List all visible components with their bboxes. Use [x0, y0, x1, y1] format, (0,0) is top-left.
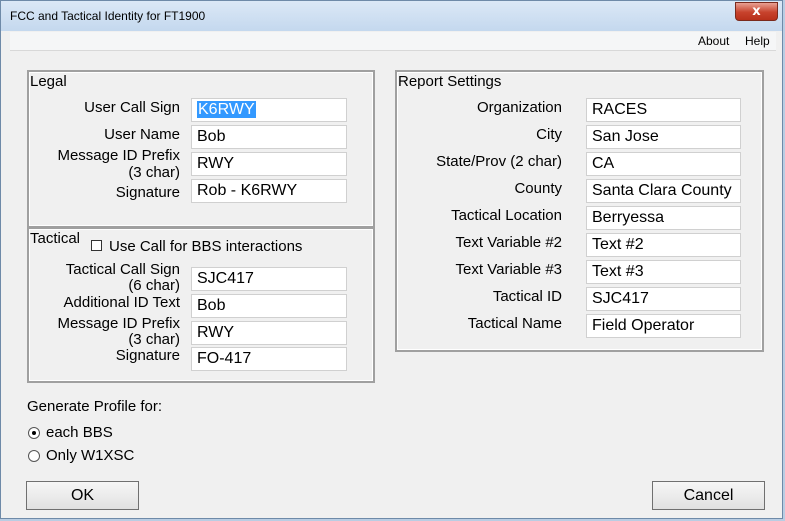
- cancel-button[interactable]: Cancel: [652, 481, 765, 510]
- legal-message-id-prefix-label: Message ID Prefix: [57, 147, 180, 164]
- city-label: City: [536, 126, 562, 143]
- tactical-signature-label: Signature: [115, 347, 180, 364]
- dialog-client-area: Legal User Call Sign K6RWY User Name Bob…: [10, 51, 776, 513]
- menu-help[interactable]: Help: [745, 34, 770, 48]
- legal-group-title: Legal: [30, 73, 67, 90]
- only-w1xsc-label[interactable]: Only W1XSC: [46, 447, 134, 464]
- user-name-field[interactable]: Bob: [191, 125, 347, 149]
- generate-profile-label: Generate Profile for:: [27, 398, 163, 415]
- county-field[interactable]: Santa Clara County: [586, 179, 741, 203]
- window-title: FCC and Tactical Identity for FT1900: [10, 9, 206, 23]
- title-bar[interactable]: FCC and Tactical Identity for FT1900 x: [1, 1, 782, 31]
- tactical-id-label: Tactical ID: [492, 288, 562, 305]
- organization-field[interactable]: RACES: [586, 98, 741, 122]
- each-bbs-radio[interactable]: [28, 427, 40, 439]
- use-call-checkbox[interactable]: [91, 240, 102, 251]
- text-variable-3-label: Text Variable #3: [455, 261, 562, 278]
- user-call-sign-label: User Call Sign: [84, 99, 180, 116]
- tactical-message-id-prefix-field[interactable]: RWY: [191, 321, 347, 345]
- text-variable-2-field[interactable]: Text #2: [586, 233, 741, 257]
- user-name-label: User Name: [104, 126, 180, 143]
- tactical-name-label: Tactical Name: [467, 315, 562, 332]
- text-variable-3-field[interactable]: Text #3: [586, 260, 741, 284]
- legal-signature-field[interactable]: Rob - K6RWY: [191, 179, 347, 203]
- use-call-checkbox-label[interactable]: Use Call for BBS interactions: [109, 238, 302, 255]
- text-variable-2-label: Text Variable #2: [455, 234, 562, 251]
- tactical-location-label: Tactical Location: [451, 207, 562, 224]
- tactical-call-sign-sublabel: (6 char): [128, 277, 180, 294]
- city-field[interactable]: San Jose: [586, 125, 741, 149]
- state-prov-label: State/Prov (2 char): [436, 153, 562, 170]
- legal-signature-label: Signature: [115, 184, 180, 201]
- menu-bar: About Help: [10, 32, 776, 51]
- tactical-message-id-prefix-sublabel: (3 char): [128, 331, 180, 348]
- tactical-group-title: Tactical: [30, 230, 81, 247]
- ok-button[interactable]: OK: [26, 481, 139, 510]
- each-bbs-label[interactable]: each BBS: [46, 424, 113, 441]
- tactical-message-id-prefix-label: Message ID Prefix: [57, 315, 180, 332]
- legal-message-id-prefix-field[interactable]: RWY: [191, 152, 347, 176]
- tactical-call-sign-field[interactable]: SJC417: [191, 267, 347, 291]
- tactical-signature-field[interactable]: FO-417: [191, 347, 347, 371]
- user-call-sign-field[interactable]: K6RWY: [191, 98, 347, 122]
- additional-id-field[interactable]: Bob: [191, 294, 347, 318]
- tactical-call-sign-label: Tactical Call Sign: [65, 261, 180, 278]
- tactical-name-field[interactable]: Field Operator: [586, 314, 741, 338]
- close-icon: x: [752, 4, 761, 19]
- tactical-id-field[interactable]: SJC417: [586, 287, 741, 311]
- report-settings-title: Report Settings: [398, 73, 502, 90]
- close-button[interactable]: x: [735, 2, 778, 21]
- only-w1xsc-radio[interactable]: [28, 450, 40, 462]
- dialog-window: FCC and Tactical Identity for FT1900 x A…: [0, 0, 783, 519]
- tactical-location-field[interactable]: Berryessa: [586, 206, 741, 230]
- menu-about[interactable]: About: [698, 34, 729, 48]
- additional-id-label: Additional ID Text: [63, 294, 180, 311]
- state-prov-field[interactable]: CA: [586, 152, 741, 176]
- county-label: County: [514, 180, 562, 197]
- organization-label: Organization: [476, 99, 562, 116]
- legal-message-id-prefix-sublabel: (3 char): [128, 164, 180, 181]
